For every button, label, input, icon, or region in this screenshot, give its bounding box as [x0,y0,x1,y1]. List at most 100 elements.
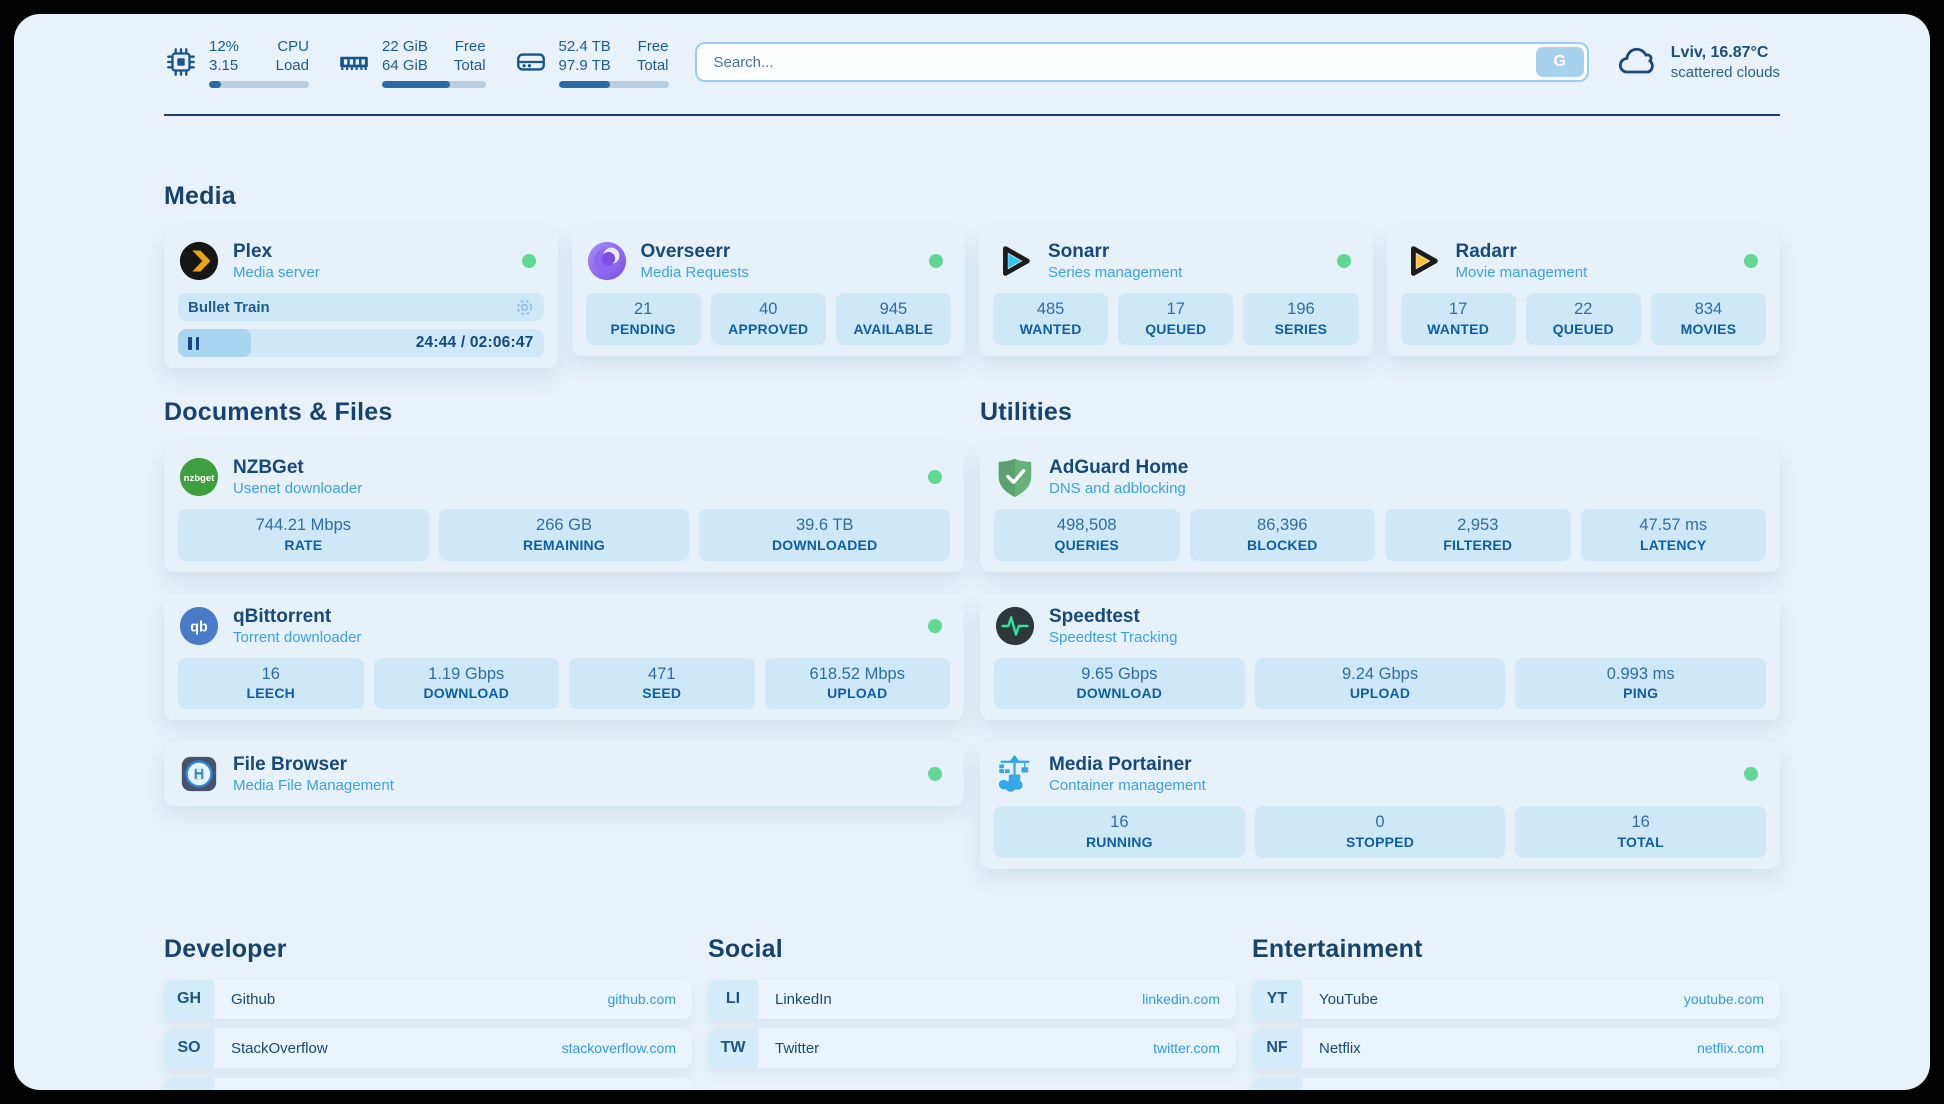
ram-total-label: Total [454,56,486,76]
app-name: Overseerr [641,241,749,263]
cloud-icon [1615,43,1659,81]
cpu-stat: 12% 3.15 CPU Load [164,37,309,88]
card-sonarr[interactable]: Sonarr Series management 485 WANTED 17 Q… [979,229,1373,356]
status-online-dot [928,767,942,781]
app-name: Plex [233,241,320,263]
status-online-dot [929,254,943,268]
card-nzbget[interactable]: nzbget NZBGet Usenet downloader 744.21 M… [164,445,964,572]
stat-upload: 9.24 Gbps UPLOAD [1255,658,1506,710]
card-radarr[interactable]: Radarr Movie management 17 WANTED 22 QUE… [1387,229,1781,356]
bookmark-url: stackoverflow.com [562,1040,676,1056]
google-search-button[interactable]: G [1536,47,1584,77]
cpu-label: CPU [276,37,309,57]
ram-free-value: 22 GiB [382,37,428,57]
bookmark-name: YouTube [1319,991,1378,1008]
disk-total-value: 97.9 TB [559,56,611,76]
bookmark-twitter[interactable]: TW Twitter twitter.com [708,1029,1236,1068]
bookmark-url: linkedin.com [1142,991,1220,1007]
app-name: qBittorrent [233,606,361,628]
cpu-progress-bar [209,81,309,88]
stat-series: 196 SERIES [1243,293,1358,345]
cpu-icon [164,45,198,79]
bookmark-url: dev.to [639,1089,676,1090]
section-title-utilities: Utilities [980,398,1780,427]
bookmark-linkedin[interactable]: LI LinkedIn linkedin.com [708,980,1236,1019]
weather-widget: Lviv, 16.87°C scattered clouds [1615,43,1780,81]
bookmark-group-title: Entertainment [1252,935,1780,964]
card-filebrowser[interactable]: File Browser Media File Management [164,742,964,806]
disk-free-label: Free [637,37,669,57]
bookmark-name: LinkedIn [775,991,832,1008]
card-portainer[interactable]: Media Portainer Container management 16 … [980,742,1780,869]
now-playing-title: Bullet Train [188,299,270,316]
stat-queries: 498,508 QUERIES [994,509,1180,561]
bookmark-abbr: LI [708,980,758,1019]
stat-pending: 21 PENDING [586,293,701,345]
bookmark-group-entertainment: Entertainment YT YouTube youtube.com NF … [1252,935,1780,1090]
top-bar: 12% 3.15 CPU Load [164,34,1780,90]
stat-download: 1.19 Gbps DOWNLOAD [374,658,560,710]
card-qbittorrent[interactable]: qb qBittorrent Torrent downloader 16 LEE… [164,594,964,721]
bookmark-url: youtube.com [1684,991,1764,1007]
ram-total-value: 64 GiB [382,56,428,76]
stat-total: 16 TOTAL [1515,806,1766,858]
search-bar: G [695,42,1589,82]
status-online-dot [1337,254,1351,268]
sonarr-icon [993,240,1035,282]
stat-download: 9.65 Gbps DOWNLOAD [994,658,1245,710]
app-description: Usenet downloader [233,480,362,497]
qbittorrent-icon: qb [178,605,220,647]
radarr-icon [1401,240,1443,282]
app-name: Speedtest [1049,606,1177,628]
app-description: Torrent downloader [233,629,361,646]
weather-condition: scattered clouds [1671,64,1780,81]
section-title-documents: Documents & Files [164,398,964,427]
bookmark-netflix[interactable]: NF Netflix netflix.com [1252,1029,1780,1068]
portainer-icon [994,753,1036,795]
card-plex[interactable]: Plex Media server Bullet Train 24:44 / 0 [164,229,558,368]
card-overseerr[interactable]: Overseerr Media Requests 21 PENDING 40 A… [572,229,966,356]
app-description: Media Requests [641,264,749,281]
stat-seed: 471 SEED [569,658,755,710]
search-input[interactable] [700,54,1536,71]
bookmark-reddit[interactable]: RE Reddit reddit.com [1252,1078,1780,1090]
app-name: Radarr [1456,241,1588,263]
card-speedtest[interactable]: Speedtest Speedtest Tracking 9.65 Gbps D… [980,594,1780,721]
stat-movies: 834 MOVIES [1651,293,1766,345]
bookmark-url: reddit.com [1699,1089,1764,1090]
app-description: DNS and adblocking [1049,480,1188,497]
now-playing-bar: Bullet Train [178,293,544,321]
status-online-dot [928,470,942,484]
bookmark-youtube[interactable]: YT YouTube youtube.com [1252,980,1780,1019]
status-online-dot [1744,767,1758,781]
screen: 12% 3.15 CPU Load [0,0,1944,1104]
adguard-icon [994,456,1036,498]
bookmark-name: Reddit [1319,1089,1362,1090]
app-description: Media File Management [233,777,394,794]
session-settings-icon[interactable] [515,298,534,317]
status-online-dot [1744,254,1758,268]
stat-filtered: 2,953 FILTERED [1385,509,1571,561]
bookmark-group-title: Social [708,935,1236,964]
filebrowser-icon [178,753,220,795]
bookmark-abbr: TW [708,1029,758,1068]
bookmark-name: Netflix [1319,1040,1361,1057]
plex-icon [178,240,220,282]
system-stats: 12% 3.15 CPU Load [164,37,669,88]
playback-progress: 24:44 / 02:06:47 [178,329,544,357]
stat-rate: 744.21 Mbps RATE [178,509,429,561]
app-name: NZBGet [233,457,362,479]
stat-downloaded: 39.6 TB DOWNLOADED [699,509,950,561]
app-name: AdGuard Home [1049,457,1188,479]
bookmark-abbr: NF [1252,1029,1302,1068]
card-adguard[interactable]: AdGuard Home DNS and adblocking 498,508 … [980,445,1780,572]
stat-queued: 17 QUEUED [1118,293,1233,345]
app-name: Sonarr [1048,241,1182,263]
bookmark-stackoverflow[interactable]: SO StackOverflow stackoverflow.com [164,1029,692,1068]
ram-icon [337,45,371,79]
bookmark-dev[interactable]: DT DEV dev.to [164,1078,692,1090]
playback-time: 24:44 / 02:06:47 [416,334,534,352]
ram-progress-bar [382,81,486,88]
bookmark-github[interactable]: GH Github github.com [164,980,692,1019]
disk-free-value: 52.4 TB [559,37,611,57]
